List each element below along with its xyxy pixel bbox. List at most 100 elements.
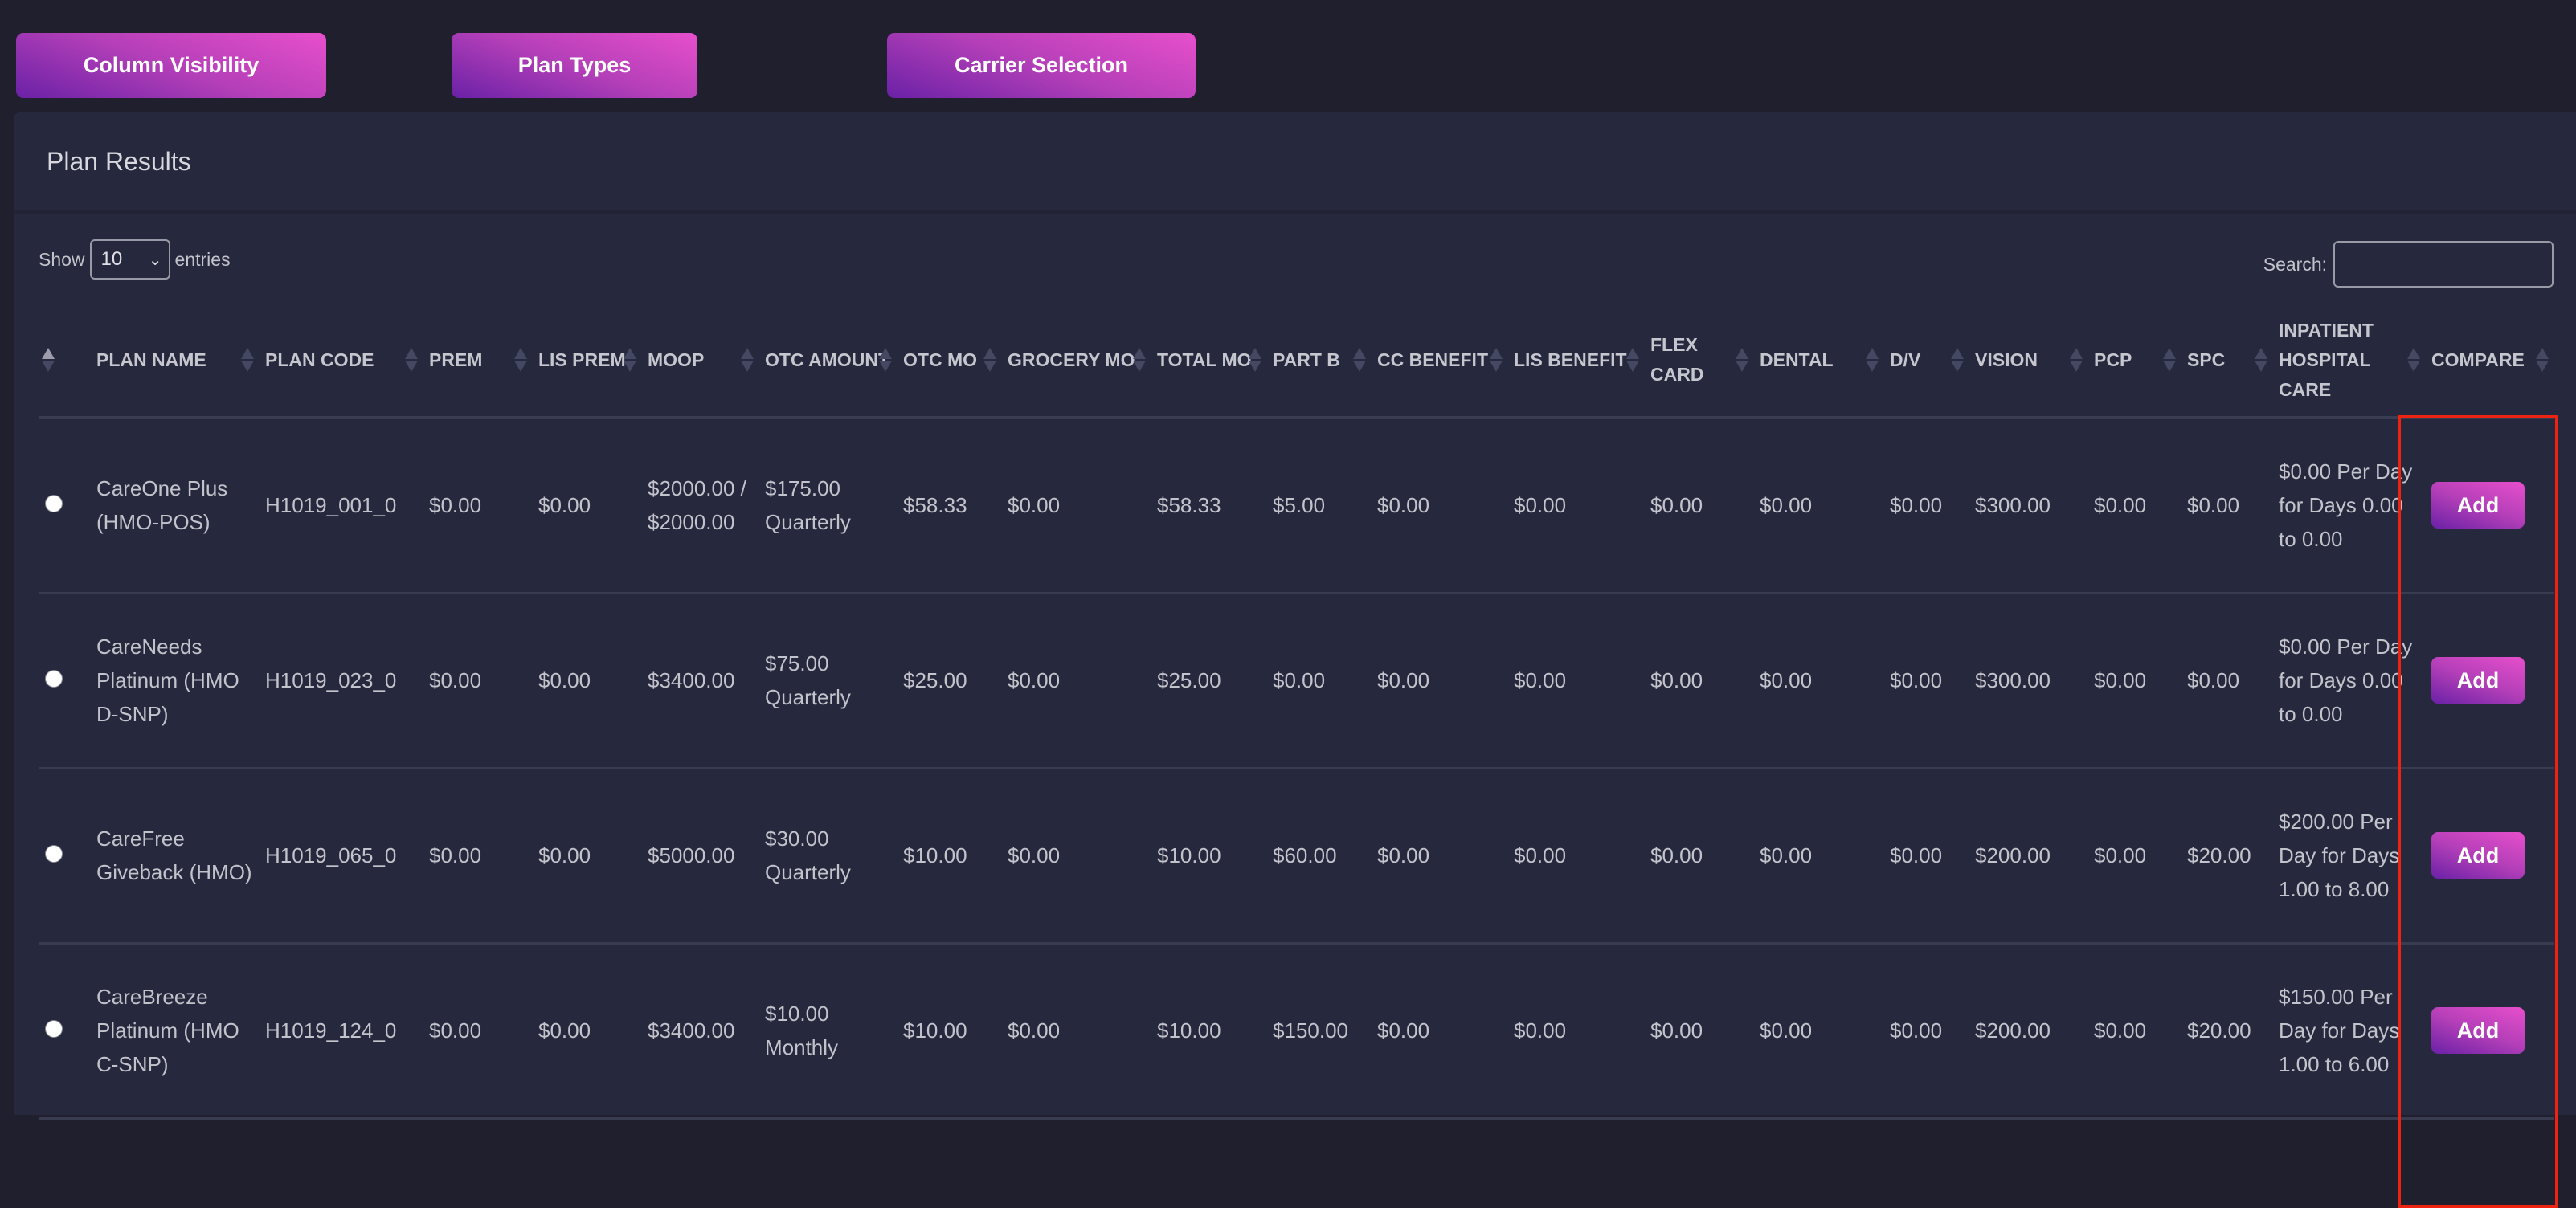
sort-icon[interactable] bbox=[42, 348, 55, 372]
column-header-lis-benefit[interactable]: LIS BENEFIT bbox=[1507, 304, 1644, 419]
row-select-radio[interactable] bbox=[45, 1020, 63, 1038]
table-row: CareFree Giveback (HMO) H1019_065_0 $0.00 $… bbox=[39, 768, 2554, 945]
column-header-label: D/V bbox=[1890, 349, 1921, 370]
column-header-otc-mo[interactable]: OTC MO bbox=[897, 304, 1001, 419]
cell-total-mo: $10.00 bbox=[1151, 943, 1266, 1120]
column-header-moop[interactable]: MOOP bbox=[641, 304, 758, 419]
cell-moop: $3400.00 bbox=[641, 593, 758, 769]
column-visibility-button[interactable]: Column Visibility bbox=[16, 33, 326, 98]
cell-compare: Add bbox=[2425, 593, 2554, 769]
cell-lis-prem: $0.00 bbox=[532, 418, 641, 594]
search-label: Search: bbox=[2263, 253, 2327, 275]
cell-grocery-mo: $0.00 bbox=[1001, 943, 1151, 1120]
cell-compare: Add bbox=[2425, 943, 2554, 1120]
plan-results-table: PLAN NAME PLAN CODE PREM LIS PREM MOOP OTC AM… bbox=[39, 304, 2554, 1120]
sort-icon[interactable] bbox=[2070, 348, 2083, 372]
cell-vision: $200.00 bbox=[1969, 768, 2087, 945]
cell-plan-code: H1019_065_0 bbox=[259, 768, 423, 945]
cell-otc-mo: $10.00 bbox=[897, 943, 1001, 1120]
add-to-compare-button[interactable]: Add bbox=[2431, 1007, 2525, 1054]
sort-icon[interactable] bbox=[1249, 348, 1261, 372]
plan-types-button[interactable]: Plan Types bbox=[452, 33, 697, 98]
add-to-compare-button[interactable]: Add bbox=[2431, 482, 2525, 529]
cell-lis-prem: $0.00 bbox=[532, 943, 641, 1120]
column-header-label: CC BENEFIT bbox=[1377, 349, 1488, 370]
entries-per-page-select[interactable]: 10 ⌄ bbox=[89, 239, 170, 280]
column-header-dv[interactable]: D/V bbox=[1883, 304, 1969, 419]
column-header-spc[interactable]: SPC bbox=[2181, 304, 2272, 419]
add-to-compare-button[interactable]: Add bbox=[2431, 832, 2525, 879]
row-select-radio[interactable] bbox=[45, 670, 63, 688]
column-header-flex-card[interactable]: FLEX CARD bbox=[1644, 304, 1753, 419]
sort-icon[interactable] bbox=[1736, 348, 1748, 372]
cell-spc: $20.00 bbox=[2181, 943, 2272, 1120]
cell-otc-amount: $30.00 Quarterly bbox=[758, 768, 897, 945]
column-header-select[interactable] bbox=[39, 304, 90, 419]
search-input[interactable] bbox=[2333, 241, 2554, 288]
cell-spc: $0.00 bbox=[2181, 418, 2272, 594]
sort-icon[interactable] bbox=[1490, 348, 1503, 372]
sort-icon[interactable] bbox=[741, 348, 754, 372]
sort-icon[interactable] bbox=[1133, 348, 1146, 372]
sort-icon[interactable] bbox=[2407, 348, 2420, 372]
sort-icon[interactable] bbox=[2163, 348, 2176, 372]
cell-plan-name: CareOne Plus (HMO-POS) bbox=[90, 418, 259, 594]
column-header-label: LIS PREM bbox=[538, 349, 626, 370]
column-header-plan-code[interactable]: PLAN CODE bbox=[259, 304, 423, 419]
column-header-compare[interactable]: COMPARE bbox=[2425, 304, 2554, 419]
cell-cc-benefit: $0.00 bbox=[1371, 768, 1507, 945]
cell-total-mo: $58.33 bbox=[1151, 418, 1266, 594]
cell-moop: $3400.00 bbox=[641, 943, 758, 1120]
column-header-label: PLAN CODE bbox=[265, 349, 374, 370]
sort-icon[interactable] bbox=[1353, 348, 1366, 372]
sort-icon[interactable] bbox=[1626, 348, 1639, 372]
sort-icon[interactable] bbox=[624, 348, 636, 372]
column-header-label: FLEX CARD bbox=[1650, 334, 1704, 385]
column-header-inpatient[interactable]: INPATIENT HOSPITAL CARE bbox=[2272, 304, 2425, 419]
cell-lis-benefit: $0.00 bbox=[1507, 593, 1644, 769]
column-header-pcp[interactable]: PCP bbox=[2087, 304, 2181, 419]
cell-part-b: $5.00 bbox=[1266, 418, 1371, 594]
cell-plan-name: CareFree Giveback (HMO) bbox=[90, 768, 259, 945]
sort-icon[interactable] bbox=[241, 348, 254, 372]
cell-otc-mo: $10.00 bbox=[897, 768, 1001, 945]
column-header-lis-prem[interactable]: LIS PREM bbox=[532, 304, 641, 419]
sort-icon[interactable] bbox=[1866, 348, 1879, 372]
column-header-plan-name[interactable]: PLAN NAME bbox=[90, 304, 259, 419]
cell-otc-amount: $75.00 Quarterly bbox=[758, 593, 897, 769]
column-header-grocery-mo[interactable]: GROCERY MO bbox=[1001, 304, 1151, 419]
cell-total-mo: $25.00 bbox=[1151, 593, 1266, 769]
sort-icon[interactable] bbox=[2536, 348, 2549, 372]
cell-plan-code: H1019_023_0 bbox=[259, 593, 423, 769]
cell-vision: $300.00 bbox=[1969, 593, 2087, 769]
column-header-prem[interactable]: PREM bbox=[423, 304, 532, 419]
table-row: CareBreeze Platinum (HMO C-SNP) H1019_124… bbox=[39, 943, 2554, 1120]
column-header-otc-amount[interactable]: OTC AMOUNT bbox=[758, 304, 897, 419]
sort-icon[interactable] bbox=[983, 348, 996, 372]
add-to-compare-button[interactable]: Add bbox=[2431, 657, 2525, 704]
sort-icon[interactable] bbox=[405, 348, 418, 372]
cell-pcp: $0.00 bbox=[2087, 943, 2181, 1120]
column-header-label: PREM bbox=[429, 349, 483, 370]
column-header-cc-benefit[interactable]: CC BENEFIT bbox=[1371, 304, 1507, 419]
column-header-vision[interactable]: VISION bbox=[1969, 304, 2087, 419]
cell-cc-benefit: $0.00 bbox=[1371, 943, 1507, 1120]
row-select-radio[interactable] bbox=[45, 495, 63, 513]
row-select-radio[interactable] bbox=[45, 845, 63, 863]
column-header-label: GROCERY MO bbox=[1008, 349, 1135, 370]
cell-vision: $300.00 bbox=[1969, 418, 2087, 594]
cell-lis-benefit: $0.00 bbox=[1507, 768, 1644, 945]
sort-icon[interactable] bbox=[1951, 348, 1964, 372]
cell-flex-card: $0.00 bbox=[1644, 943, 1753, 1120]
cell-total-mo: $10.00 bbox=[1151, 768, 1266, 945]
cell-moop: $2000.00 / $2000.00 bbox=[641, 418, 758, 594]
cell-dental: $0.00 bbox=[1753, 418, 1883, 594]
column-header-total-mo[interactable]: TOTAL MO bbox=[1151, 304, 1266, 419]
sort-icon[interactable] bbox=[2255, 348, 2267, 372]
carrier-selection-button[interactable]: Carrier Selection bbox=[887, 33, 1196, 98]
column-header-part-b[interactable]: PART B bbox=[1266, 304, 1371, 419]
sort-icon[interactable] bbox=[879, 348, 892, 372]
column-header-dental[interactable]: DENTAL bbox=[1753, 304, 1883, 419]
sort-icon[interactable] bbox=[514, 348, 527, 372]
cell-flex-card: $0.00 bbox=[1644, 418, 1753, 594]
